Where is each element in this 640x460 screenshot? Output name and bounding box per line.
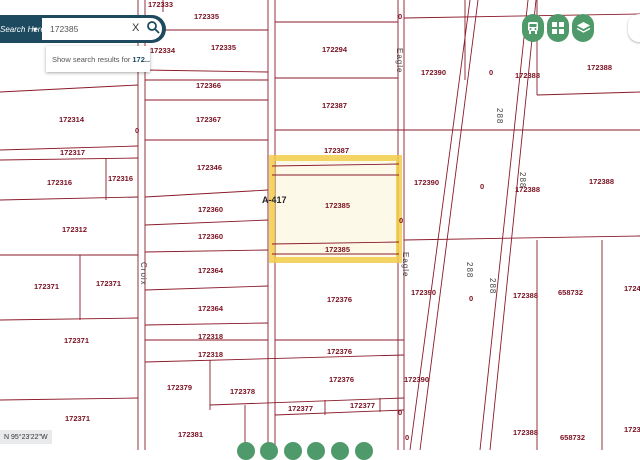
- layers-icon[interactable]: [572, 14, 594, 42]
- road-label-288: 288: [495, 108, 504, 124]
- toolbar-button[interactable]: [237, 442, 255, 460]
- zero-label: 0: [399, 216, 403, 225]
- parcel-label: 172346: [197, 163, 222, 172]
- road-label-288: 288: [518, 172, 527, 188]
- parcel-label: 172333: [148, 0, 173, 9]
- coordinate-readout: N 95°23'22"W: [0, 430, 52, 444]
- parcel-label: 172381: [178, 430, 203, 439]
- parcel-label: 172371: [65, 414, 90, 423]
- search-suggestion[interactable]: Show search results for 172...: [46, 46, 150, 72]
- parcel-label: 172316: [108, 174, 133, 183]
- parcel-label: 172360: [198, 232, 223, 241]
- search-label: Search Here:: [0, 24, 48, 34]
- road-label-croix: Croix: [139, 262, 148, 286]
- parcel-label: 172390: [411, 288, 436, 297]
- parcel-label: 172377: [350, 401, 375, 410]
- road-label-288: 288: [488, 278, 497, 294]
- zero-label: 0: [135, 126, 139, 135]
- parcel-label: 172318: [198, 332, 223, 341]
- zero-label: 0: [405, 433, 409, 442]
- parcel-label: 172364: [198, 266, 224, 275]
- share-button[interactable]: [628, 14, 640, 42]
- parcel-label: 172387: [322, 101, 347, 110]
- parcel-label: 172335: [194, 12, 219, 21]
- suggestion-prefix: Show search results for: [52, 54, 131, 64]
- parcel-label: 172385: [325, 245, 350, 254]
- parcel-label: 1723: [624, 425, 640, 434]
- parcel-label: 172388: [513, 428, 538, 437]
- parcel-label: 172377: [288, 404, 313, 413]
- parcel-label: 172378: [230, 387, 255, 396]
- search-icon[interactable]: [146, 20, 162, 38]
- search-type-dropdown[interactable]: ▾: [30, 25, 40, 34]
- parcel-label: 172388: [515, 71, 540, 80]
- zero-label: 0: [469, 294, 473, 303]
- parcel-label: 172390: [421, 68, 446, 77]
- parcel-label: 172385: [325, 201, 350, 210]
- parcel-label: 172371: [34, 282, 59, 291]
- toolbar-button[interactable]: [284, 442, 302, 460]
- toolbar-button[interactable]: [260, 442, 278, 460]
- parcel-label: 172379: [167, 383, 192, 392]
- parcel-label: 172388: [587, 63, 612, 72]
- street-view-icon[interactable]: [522, 14, 544, 42]
- parcel-label: 1724: [624, 284, 640, 293]
- parcel-label: 172314: [59, 115, 85, 124]
- parcel-label: 172390: [414, 178, 439, 187]
- parcel-label: 172360: [198, 205, 223, 214]
- clear-search-button[interactable]: X: [132, 22, 139, 34]
- parcel-label: 172376: [329, 375, 354, 384]
- search-input[interactable]: [42, 18, 162, 40]
- parcel-label: 172376: [327, 347, 352, 356]
- toolbar-button[interactable]: [307, 442, 325, 460]
- parcel-label: 172366: [196, 81, 221, 90]
- parcel-label: 172318: [198, 350, 223, 359]
- parcel-label: 658732: [558, 288, 583, 297]
- suggestion-term: 172...: [132, 54, 150, 64]
- toolbar-button[interactable]: [355, 442, 373, 460]
- parcel-label: 172371: [96, 279, 121, 288]
- grid-icon[interactable]: [547, 14, 569, 42]
- parcel-label: 172388: [589, 177, 614, 186]
- zero-label: 0: [489, 68, 493, 77]
- zero-label: 0: [398, 12, 402, 21]
- road-label-288: 288: [465, 262, 474, 278]
- parcel-label: 172317: [60, 148, 85, 157]
- parcel-label: 172334: [150, 46, 176, 55]
- zero-label: 0: [398, 408, 402, 417]
- parcel-label: 658732: [560, 433, 585, 442]
- road-label-eagle: Eagle: [395, 48, 404, 73]
- parcel-label: 172364: [198, 304, 224, 313]
- survey-label: A-417: [262, 195, 287, 205]
- parcel-label: 172387: [324, 146, 349, 155]
- parcel-label: 172388: [513, 291, 538, 300]
- parcel-label: 172371: [64, 336, 89, 345]
- search-bar: Search Here: ▾ X: [0, 15, 166, 43]
- road-label-eagle: Eagle: [401, 252, 410, 277]
- toolbar-button[interactable]: [331, 442, 349, 460]
- parcel-label: 172294: [322, 45, 348, 54]
- parcel-label: 172335: [211, 43, 236, 52]
- parcel-label: 172316: [47, 178, 72, 187]
- parcel-label: 172376: [327, 295, 352, 304]
- parcel-label: 172367: [196, 115, 221, 124]
- parcel-label: 172312: [62, 225, 87, 234]
- zero-label: 0: [480, 182, 484, 191]
- parcel-label: 172390: [404, 375, 429, 384]
